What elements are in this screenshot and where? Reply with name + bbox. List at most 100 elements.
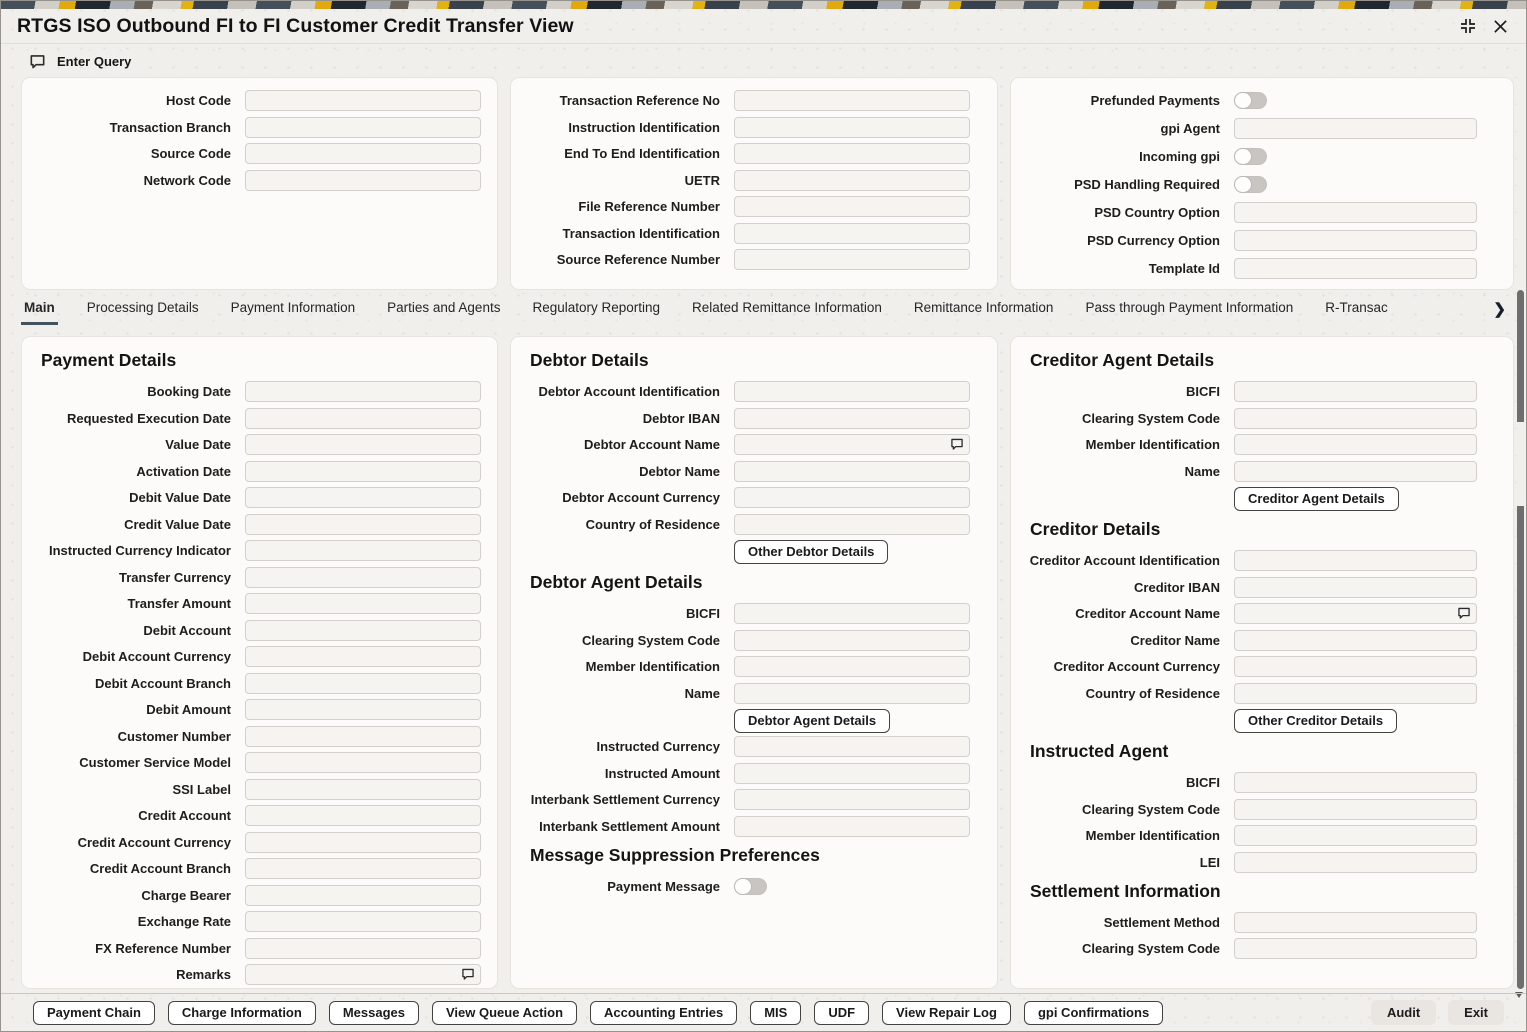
debtor-account-identification-input[interactable] xyxy=(734,381,970,402)
view-repair-log-button[interactable]: View Repair Log xyxy=(882,1000,1011,1025)
payment-message-toggle[interactable] xyxy=(734,877,767,895)
requested-execution-date-input[interactable] xyxy=(245,407,481,429)
bicfi-input[interactable] xyxy=(1234,772,1477,793)
clearing-system-code-input[interactable] xyxy=(1234,938,1477,959)
instructed-currency-input[interactable] xyxy=(734,736,970,757)
fx-reference-number-input[interactable] xyxy=(245,937,481,959)
file-reference-number-input[interactable] xyxy=(734,196,970,217)
debtor-iban-input[interactable] xyxy=(734,407,970,429)
incoming-gpi-toggle[interactable] xyxy=(1234,148,1267,165)
name-input[interactable] xyxy=(734,682,970,704)
comment-icon[interactable] xyxy=(1457,606,1471,620)
member-identification-input[interactable] xyxy=(734,656,970,677)
creditor-account-currency-input[interactable] xyxy=(1234,656,1477,677)
lei-input[interactable] xyxy=(1234,851,1477,873)
other-debtor-details-button[interactable]: Other Debtor Details xyxy=(734,540,889,564)
udf-button[interactable]: UDF xyxy=(814,1000,870,1025)
ssi-label-input[interactable] xyxy=(245,778,481,800)
scrollbar-thumb[interactable] xyxy=(1517,422,1524,506)
name-input[interactable] xyxy=(1234,460,1477,482)
credit-account-input[interactable] xyxy=(245,805,481,826)
charge-information-button[interactable]: Charge Information xyxy=(167,1000,316,1025)
country-of-residence-input[interactable] xyxy=(734,513,970,535)
tab-pass-through-payment-information[interactable]: Pass through Payment Information xyxy=(1082,298,1296,325)
clearing-system-code-input[interactable] xyxy=(734,629,970,651)
enter-query-label[interactable]: Enter Query xyxy=(57,54,131,69)
exchange-rate-input[interactable] xyxy=(245,911,481,932)
creditor-agent-details-button[interactable]: Creditor Agent Details xyxy=(1234,487,1399,511)
network-code-input[interactable] xyxy=(245,169,481,191)
other-creditor-details-button[interactable]: Other Creditor Details xyxy=(1234,709,1398,733)
audit-button[interactable]: Audit xyxy=(1370,1000,1437,1025)
debit-account-input[interactable] xyxy=(245,619,481,641)
uetr-input[interactable] xyxy=(734,169,970,191)
tab-regulatory-reporting[interactable]: Regulatory Reporting xyxy=(529,298,663,325)
bicfi-input[interactable] xyxy=(734,603,970,624)
accounting-entries-button[interactable]: Accounting Entries xyxy=(590,1000,738,1025)
transaction-reference-no-input[interactable] xyxy=(734,90,970,111)
tab-remittance-information[interactable]: Remittance Information xyxy=(911,298,1057,325)
comment-icon[interactable] xyxy=(950,437,964,451)
settlement-method-input[interactable] xyxy=(1234,911,1477,933)
value-date-input[interactable] xyxy=(245,434,481,455)
member-identification-input[interactable] xyxy=(1234,434,1477,455)
debit-value-date-input[interactable] xyxy=(245,487,481,508)
debtor-account-name-input[interactable] xyxy=(734,434,970,455)
interbank-settlement-currency-input[interactable] xyxy=(734,789,970,810)
remarks-input[interactable] xyxy=(245,964,481,985)
customer-number-input[interactable] xyxy=(245,725,481,747)
payment-chain-button[interactable]: Payment Chain xyxy=(33,1000,155,1025)
credit-account-currency-input[interactable] xyxy=(245,831,481,853)
source-code-input[interactable] xyxy=(245,143,481,164)
mis-button[interactable]: MIS xyxy=(750,1000,802,1025)
clearing-system-code-input[interactable] xyxy=(1234,407,1477,429)
gpi-confirmations-button[interactable]: gpi Confirmations xyxy=(1023,1000,1164,1025)
tab-payment-information[interactable]: Payment Information xyxy=(228,298,359,325)
debit-account-currency-input[interactable] xyxy=(245,646,481,667)
creditor-name-input[interactable] xyxy=(1234,629,1477,651)
vertical-scrollbar[interactable] xyxy=(1517,290,1524,989)
close-icon[interactable] xyxy=(1493,19,1508,34)
bicfi-input[interactable] xyxy=(1234,381,1477,402)
tab-parties-and-agents[interactable]: Parties and Agents xyxy=(384,298,503,325)
tab-main[interactable]: Main xyxy=(21,298,58,325)
transaction-identification-input[interactable] xyxy=(734,222,970,244)
creditor-account-identification-input[interactable] xyxy=(1234,550,1477,571)
country-of-residence-input[interactable] xyxy=(1234,682,1477,704)
clearing-system-code-input[interactable] xyxy=(1234,798,1477,820)
debit-amount-input[interactable] xyxy=(245,699,481,720)
tab-related-remittance-information[interactable]: Related Remittance Information xyxy=(689,298,885,325)
view-queue-action-button[interactable]: View Queue Action xyxy=(431,1000,578,1025)
instructed-amount-input[interactable] xyxy=(734,762,970,784)
tab-r-transac[interactable]: R-Transac xyxy=(1322,298,1391,325)
prefunded-payments-toggle[interactable] xyxy=(1234,92,1267,109)
host-code-input[interactable] xyxy=(245,90,481,111)
interbank-settlement-amount-input[interactable] xyxy=(734,815,970,837)
instruction-identification-input[interactable] xyxy=(734,116,970,138)
end-to-end-identification-input[interactable] xyxy=(734,143,970,164)
creditor-account-name-input[interactable] xyxy=(1234,603,1477,624)
debtor-name-input[interactable] xyxy=(734,460,970,482)
activation-date-input[interactable] xyxy=(245,460,481,482)
exit-button[interactable]: Exit xyxy=(1448,1000,1504,1025)
transaction-branch-input[interactable] xyxy=(245,116,481,138)
instructed-currency-indicator-input[interactable] xyxy=(245,540,481,561)
charge-bearer-input[interactable] xyxy=(245,884,481,906)
messages-button[interactable]: Messages xyxy=(328,1000,419,1025)
source-reference-number-input[interactable] xyxy=(734,249,970,270)
psd-currency-option-input[interactable] xyxy=(1234,230,1477,251)
credit-account-branch-input[interactable] xyxy=(245,858,481,879)
psd-country-option-input[interactable] xyxy=(1234,202,1477,223)
customer-service-model-input[interactable] xyxy=(245,752,481,773)
credit-value-date-input[interactable] xyxy=(245,513,481,535)
debtor-account-currency-input[interactable] xyxy=(734,487,970,508)
transfer-amount-input[interactable] xyxy=(245,593,481,614)
debtor-agent-details-button[interactable]: Debtor Agent Details xyxy=(734,709,891,733)
tab-overflow-button[interactable]: ❯ xyxy=(1489,298,1510,320)
creditor-iban-input[interactable] xyxy=(1234,576,1477,598)
tab-processing-details[interactable]: Processing Details xyxy=(84,298,202,325)
comment-icon[interactable] xyxy=(461,967,475,981)
booking-date-input[interactable] xyxy=(245,381,481,402)
member-identification-input[interactable] xyxy=(1234,825,1477,846)
enter-query-icon[interactable] xyxy=(29,53,46,70)
